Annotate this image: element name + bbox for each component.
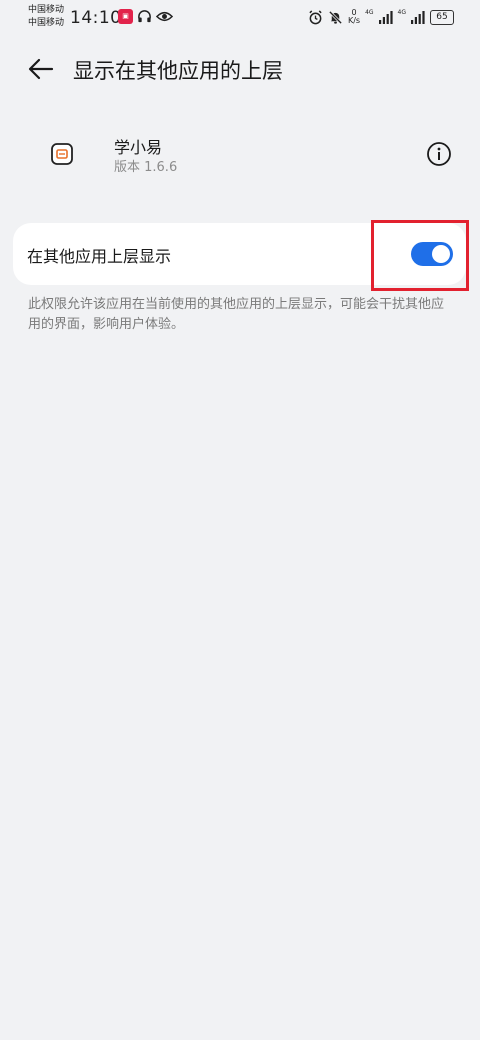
carrier-info: 中国移动 中国移动 — [28, 4, 64, 30]
status-bar: 中国移动 中国移动 14:10 ▣ 0 K/s 4G 4G 65 — [0, 0, 480, 36]
alarm-icon — [309, 9, 322, 24]
arrow-left-icon — [28, 58, 54, 80]
carrier-1: 中国移动 — [28, 5, 65, 15]
permission-description: 此权限允许该应用在当前使用的其他应用的上层显示，可能会干扰其他应用的界面，影响用… — [28, 297, 445, 332]
notification-icons: ▣ — [118, 9, 173, 24]
app-icon — [51, 143, 73, 165]
clock: 14:10 — [70, 8, 122, 28]
app-notification-icon: ▣ — [118, 9, 133, 24]
mute-bell-icon — [328, 10, 343, 24]
app-name: 学小易 — [114, 138, 163, 157]
app-version: 版本 1.6.6 — [114, 160, 178, 175]
headphones-icon — [138, 10, 151, 23]
signal-2-label: 4G — [397, 8, 406, 16]
page-title: 显示在其他应用的上层 — [73, 59, 283, 83]
network-speed-unit: K/s — [347, 16, 361, 25]
signal-icon — [411, 10, 425, 24]
app-bar: 显示在其他应用的上层 — [0, 48, 480, 92]
highlight-box — [371, 220, 469, 291]
signal-1-label: 4G — [365, 8, 374, 16]
back-button[interactable] — [26, 54, 56, 84]
app-info: 学小易 版本 1.6.6 — [0, 130, 480, 180]
signal-icon — [378, 10, 393, 24]
battery-icon: 65 — [430, 9, 454, 25]
network-speed: 0 K/s — [348, 9, 360, 25]
info-icon[interactable] — [426, 141, 452, 167]
overlay-permission-label: 在其他应用上层显示 — [27, 247, 172, 266]
carrier-2: 中国移动 — [28, 18, 65, 28]
eye-icon — [156, 11, 173, 22]
system-icons: 0 K/s 4G 4G 65 — [308, 9, 454, 25]
